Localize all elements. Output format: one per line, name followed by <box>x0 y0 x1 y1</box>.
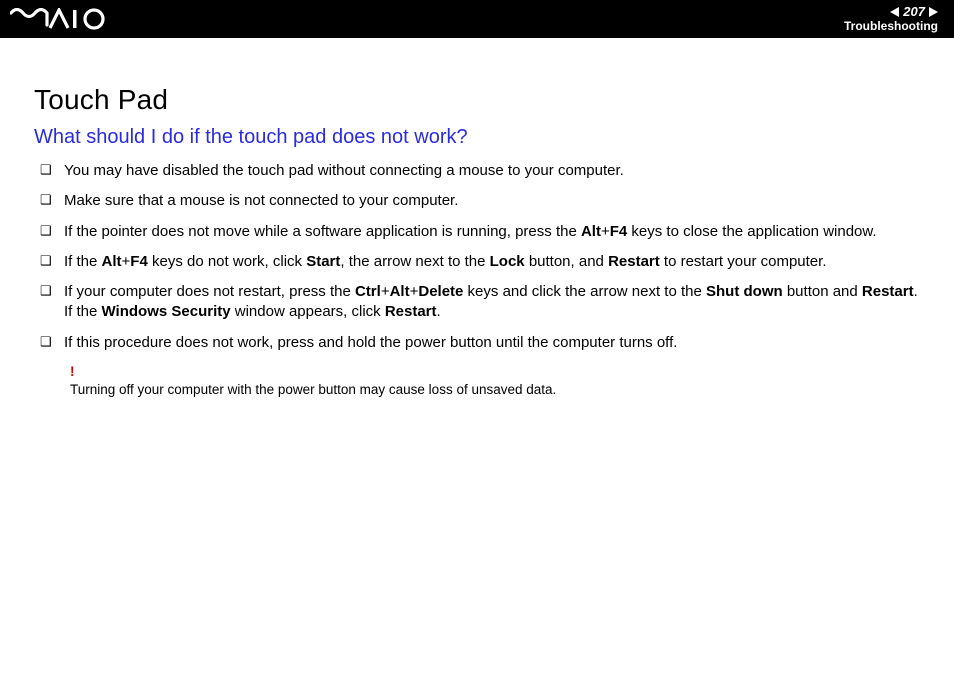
page-subtitle: What should I do if the touch pad does n… <box>34 126 920 149</box>
page-number: 207 <box>903 5 925 19</box>
bullet-list: You may have disabled the touch pad with… <box>34 161 920 353</box>
prev-page-arrow-icon[interactable] <box>890 7 899 17</box>
header-right: 207 Troubleshooting <box>844 5 938 32</box>
section-label: Troubleshooting <box>844 20 938 33</box>
vaio-logo <box>10 8 120 30</box>
list-item: Make sure that a mouse is not connected … <box>34 191 920 211</box>
page-nav: 207 <box>844 5 938 19</box>
list-item: If this procedure does not work, press a… <box>34 333 920 353</box>
page-content: Touch Pad What should I do if the touch … <box>0 38 954 399</box>
next-page-arrow-icon[interactable] <box>929 7 938 17</box>
list-item: If the Alt+F4 keys do not work, click St… <box>34 252 920 272</box>
warning-icon: ! <box>70 363 920 381</box>
warning-note: ! Turning off your computer with the pow… <box>34 363 920 399</box>
warning-text: Turning off your computer with the power… <box>70 382 556 397</box>
list-item: You may have disabled the touch pad with… <box>34 161 920 181</box>
list-item: If the pointer does not move while a sof… <box>34 222 920 242</box>
page-title: Touch Pad <box>34 84 920 116</box>
list-item: If your computer does not restart, press… <box>34 282 920 323</box>
page-header: 207 Troubleshooting <box>0 0 954 38</box>
